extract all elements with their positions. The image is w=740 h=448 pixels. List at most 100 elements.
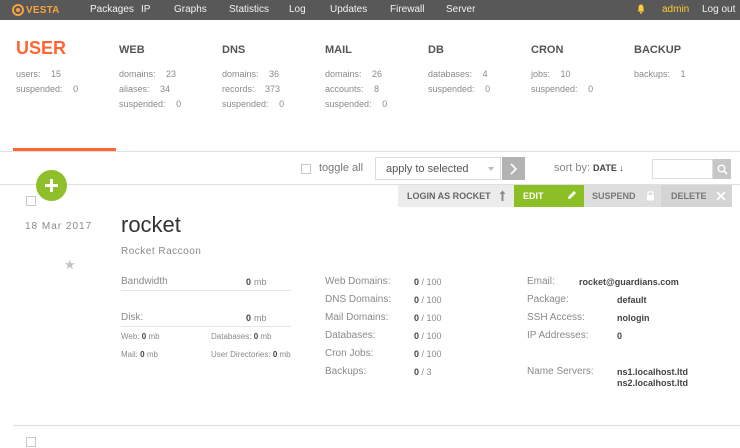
summary-dns-suspended: suspended: 0 xyxy=(222,99,285,109)
add-user-button[interactable] xyxy=(36,170,67,201)
usage-cron-jobs-value: 0 / 100 xyxy=(414,349,442,359)
record-fullname: Rocket Raccoon xyxy=(121,246,202,257)
nav-user-admin[interactable]: admin xyxy=(662,4,689,15)
info-ip-value: 0 xyxy=(617,331,623,341)
usage-mail-domains-label: Mail Domains: xyxy=(325,312,389,323)
bulk-action-selected: apply to selected xyxy=(386,163,469,175)
vesta-logo-icon xyxy=(12,4,24,16)
nav-item-server[interactable]: Server xyxy=(446,4,475,15)
apply-bulk-button[interactable] xyxy=(502,157,525,180)
summary-cron-title[interactable]: CRON xyxy=(531,44,563,56)
info-ns1-value: ns1.localhost.ltd xyxy=(617,367,689,377)
summary-backup-backups: backups: 1 xyxy=(634,69,686,79)
usage-databases-label: Databases: xyxy=(325,330,376,341)
disk-label: Disk: xyxy=(121,312,144,323)
delete-button[interactable]: DELETE xyxy=(661,185,732,207)
lock-icon xyxy=(647,191,654,201)
summary-dns-domains: domains: 36 xyxy=(222,69,280,79)
info-email-label: Email: xyxy=(527,276,555,287)
disk-mail: Mail: 0 mb xyxy=(121,350,158,359)
search-icon xyxy=(717,164,728,175)
disk-bar xyxy=(121,326,291,327)
nav-item-statistics[interactable]: Statistics xyxy=(229,4,269,15)
info-email-value: rocket@guardians.com xyxy=(579,277,679,287)
summary-mail-title[interactable]: MAIL xyxy=(325,44,352,56)
star-icon[interactable]: ★ xyxy=(64,257,76,273)
nav-item-graphs[interactable]: Graphs xyxy=(174,4,207,15)
usage-dns-domains-label: DNS Domains: xyxy=(325,294,392,305)
toggle-all-checkbox[interactable] xyxy=(301,164,311,174)
summary-backup-title[interactable]: BACKUP xyxy=(634,44,681,56)
summary-web-domains: domains: 23 xyxy=(119,69,177,79)
suspend-label: SUSPEND xyxy=(592,191,636,201)
usage-web-domains-label: Web Domains: xyxy=(325,276,391,287)
logout-link[interactable]: Log out xyxy=(702,4,735,15)
disk-unit: mb xyxy=(254,313,267,323)
usage-mail-domains-value: 0 / 100 xyxy=(414,313,442,323)
info-ip-label: IP Addresses: xyxy=(527,330,589,341)
usage-databases-value: 0 / 100 xyxy=(414,331,442,341)
info-ns2-value: ns2.localhost.ltd xyxy=(617,378,689,388)
summary-divider xyxy=(0,151,740,152)
bandwidth-bar xyxy=(121,290,291,291)
disk-databases: Databases: 0 mb xyxy=(211,332,272,341)
bandwidth-value: 0 xyxy=(246,277,252,287)
summary-dns-title[interactable]: DNS xyxy=(222,44,245,56)
summary-mail-accounts: accounts: 8 xyxy=(325,84,380,94)
nav-item-updates[interactable]: Updates xyxy=(330,4,367,15)
search-input[interactable] xyxy=(652,159,713,179)
summary-cron-suspended: suspended: 0 xyxy=(531,84,594,94)
record-username: rocket xyxy=(121,212,181,237)
login-as-button[interactable]: LOGIN AS ROCKET xyxy=(398,185,514,207)
chevron-down-icon xyxy=(488,167,494,171)
summary-web-aliases: aliases: 34 xyxy=(119,84,171,94)
edit-button[interactable]: EDIT xyxy=(514,185,584,207)
disk-user-directories: User Directories: 0 mb xyxy=(211,350,291,359)
nav-item-packages[interactable]: Packages xyxy=(90,4,134,15)
nav-item-log[interactable]: Log xyxy=(289,4,306,15)
summary-db-suspended: suspended: 0 xyxy=(428,84,491,94)
disk-web: Web: 0 mb xyxy=(121,332,160,341)
bell-icon[interactable] xyxy=(637,4,645,14)
info-package-label: Package: xyxy=(527,294,569,305)
summary-db-databases: databases: 4 xyxy=(428,69,488,79)
sort-by-label: sort by: xyxy=(554,162,591,174)
usage-dns-domains-value: 0 / 100 xyxy=(414,295,442,305)
summary-user-title[interactable]: USER xyxy=(16,38,66,59)
summary-web-suspended: suspended: 0 xyxy=(119,99,182,109)
record-date: 18 Mar 2017 xyxy=(25,221,93,232)
bulk-action-select[interactable]: apply to selected xyxy=(375,157,501,180)
summary-web-title[interactable]: WEB xyxy=(119,44,145,56)
app: VESTA Packages IP Graphs Statistics Log … xyxy=(0,0,740,448)
close-icon xyxy=(716,191,726,201)
edit-label: EDIT xyxy=(523,191,544,201)
usage-cron-jobs-label: Cron Jobs: xyxy=(325,348,374,359)
disk-value: 0 xyxy=(246,313,252,323)
summary-db-title[interactable]: DB xyxy=(428,44,444,56)
search-button[interactable] xyxy=(713,159,731,179)
nav-item-ip[interactable]: IP xyxy=(141,4,150,15)
summary-mail-suspended: suspended: 0 xyxy=(325,99,388,109)
sort-by-dropdown[interactable]: DATE ↓ xyxy=(593,163,624,173)
suspend-button[interactable]: SUSPEND xyxy=(584,185,661,207)
next-row-checkbox[interactable] xyxy=(26,437,36,447)
info-package-value: default xyxy=(617,295,647,305)
pencil-icon xyxy=(568,191,576,199)
summary-user-users: users: 15 xyxy=(16,69,62,79)
nav-item-firewall[interactable]: Firewall xyxy=(390,4,424,15)
info-ssh-value: nologin xyxy=(617,313,650,323)
bandwidth-label: Bandwidth xyxy=(121,276,168,287)
chevron-right-icon xyxy=(510,162,518,175)
delete-label: DELETE xyxy=(671,191,707,201)
top-nav: VESTA Packages IP Graphs Statistics Log … xyxy=(0,0,740,20)
summary-cron-jobs: jobs: 10 xyxy=(531,69,571,79)
info-ns-label: Name Servers: xyxy=(527,366,594,377)
plus-icon xyxy=(45,179,58,192)
login-as-label: LOGIN AS ROCKET xyxy=(407,191,491,201)
summary-mail-domains: domains: 26 xyxy=(325,69,383,79)
toggle-all-label[interactable]: toggle all xyxy=(319,162,363,174)
row-checkbox[interactable] xyxy=(26,196,36,206)
bandwidth-unit: mb xyxy=(254,277,267,287)
brand-logo[interactable]: VESTA xyxy=(12,3,60,17)
login-arrow-icon xyxy=(499,190,506,201)
